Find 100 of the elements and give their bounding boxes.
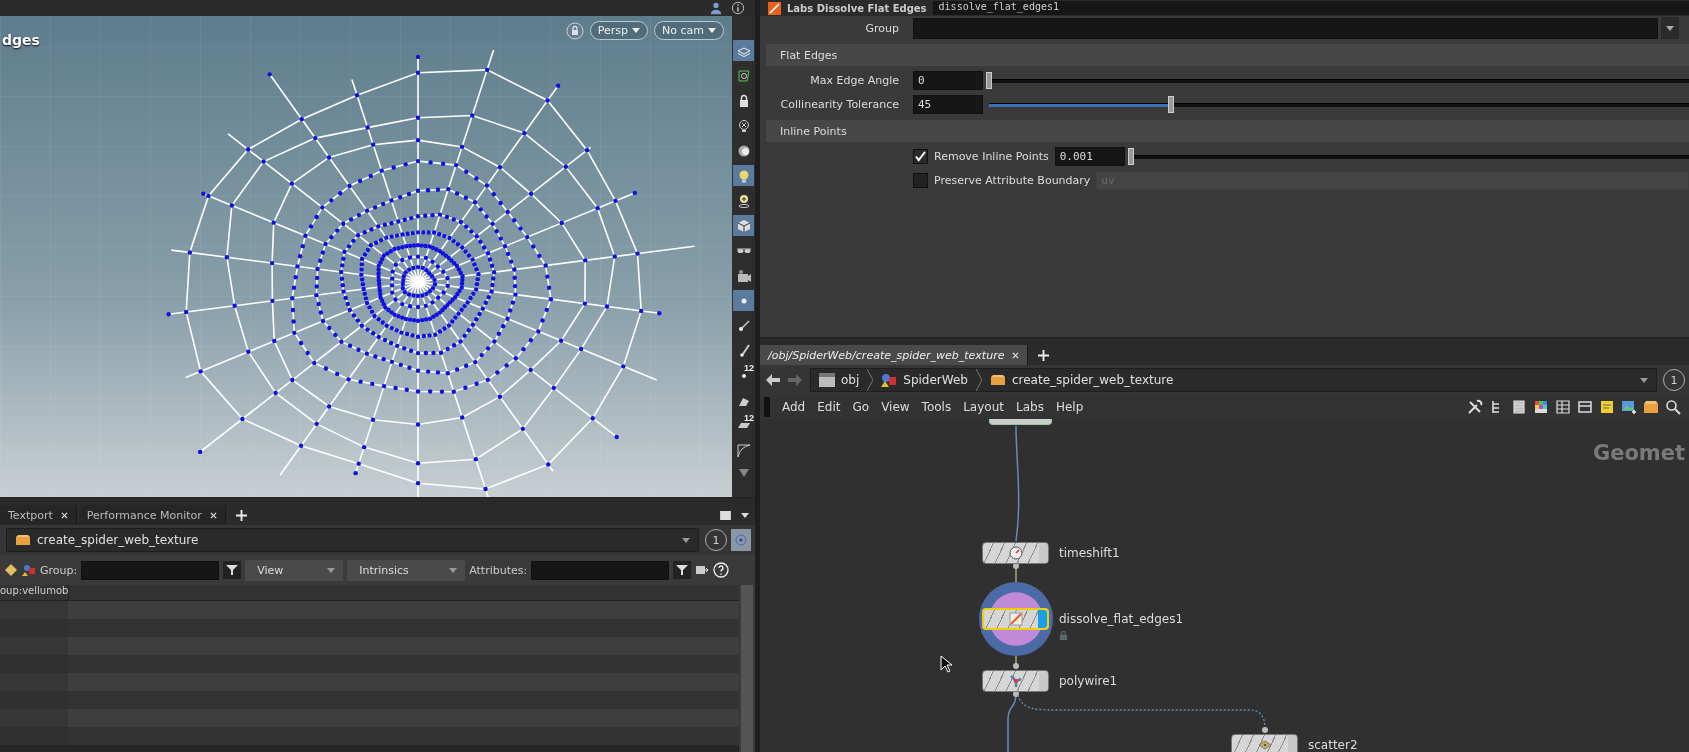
polygon-numbers-icon <box>737 423 750 428</box>
node-label: timeshift1 <box>1059 545 1120 562</box>
network-node[interactable] <box>982 670 1049 692</box>
dissolve-node-icon <box>1007 611 1024 627</box>
view-dropdown[interactable]: View <box>245 559 344 581</box>
attributes-label: Attributes: <box>469 563 528 577</box>
network-canvas[interactable]: Geomet timeshift1 dissolve_flat_edges1 polywire1 scatter2 <box>760 419 1689 752</box>
menu-item[interactable]: Tools <box>915 400 958 414</box>
list-icon[interactable] <box>1511 399 1527 415</box>
export-icon[interactable] <box>695 563 710 577</box>
wrench-icon[interactable] <box>1467 399 1483 415</box>
section-header[interactable]: Inline Points <box>766 120 1689 142</box>
box-icon <box>989 374 1006 386</box>
caret-icon[interactable] <box>741 512 749 518</box>
menu-item[interactable]: Edit <box>811 400 847 414</box>
intrinsics-dropdown[interactable]: Intrinsics <box>347 559 466 581</box>
menu-item[interactable]: Go <box>846 400 876 414</box>
pane-tab[interactable]: Textport <box>0 505 77 525</box>
scroll-down-icon[interactable] <box>738 469 749 477</box>
box-icon[interactable] <box>1643 399 1659 415</box>
box-icon <box>15 534 31 546</box>
dropdown-icon[interactable] <box>682 537 690 543</box>
toggle-label: Preserve Attribute Boundary <box>934 173 1091 187</box>
scroll-bar[interactable] <box>741 585 753 752</box>
network-node[interactable] <box>1231 734 1298 752</box>
menu-item[interactable]: Labs <box>1009 400 1050 414</box>
menu-item[interactable]: Help <box>1049 400 1090 414</box>
checkbox[interactable] <box>913 148 928 164</box>
attributes-field[interactable] <box>531 560 670 580</box>
add-tab-icon[interactable] <box>235 509 247 521</box>
toolbar-grip[interactable] <box>764 397 770 417</box>
add-tab-icon[interactable] <box>1038 349 1050 361</box>
cube-button[interactable] <box>733 215 754 236</box>
pane-layout-icon[interactable] <box>720 510 731 520</box>
pane-tab[interactable]: Performance Monitor <box>78 505 226 525</box>
caret-icon <box>632 28 641 33</box>
section-header[interactable]: Flat Edges <box>766 44 1689 66</box>
menu-item[interactable]: Add <box>776 400 812 414</box>
caret-icon <box>327 567 336 573</box>
dropdown-icon[interactable] <box>1661 17 1679 39</box>
viewport-canvas[interactable]: dges Persp No cam <box>0 16 732 497</box>
path-bar[interactable]: obj SpiderWeb create_spider_web_texture <box>810 368 1657 392</box>
snap-icon <box>735 67 752 84</box>
slider-handle[interactable] <box>1168 95 1174 113</box>
layers-button[interactable] <box>733 40 754 61</box>
caret-icon <box>449 567 458 573</box>
menu-item[interactable]: View <box>875 400 916 414</box>
path-bar[interactable]: create_spider_web_texture <box>6 528 699 552</box>
view-menu-button[interactable]: Persp <box>589 21 649 40</box>
viewport-title: dges <box>2 32 40 48</box>
value-field[interactable]: 45 <box>913 94 983 114</box>
caret-icon <box>708 28 716 33</box>
clapper-icon <box>819 373 835 387</box>
value-field[interactable]: 0.001 <box>1054 146 1125 166</box>
grid-icon[interactable] <box>1555 399 1571 415</box>
objects-icon[interactable] <box>22 563 36 577</box>
pane-tab[interactable]: /obj/SpiderWeb/create_spider_web_texture <box>760 345 1029 365</box>
chevron-icon <box>975 369 982 391</box>
menu-item[interactable]: Layout <box>957 400 1010 414</box>
group-field[interactable] <box>913 17 1658 39</box>
point-button[interactable] <box>733 290 754 311</box>
close-icon[interactable] <box>60 511 68 519</box>
color-grid-icon[interactable] <box>1533 399 1549 415</box>
context-label: Geomet <box>1592 441 1685 465</box>
checkbox[interactable] <box>913 172 928 188</box>
note-icon[interactable] <box>1599 399 1615 415</box>
image-icon[interactable] <box>1621 399 1637 415</box>
group-field[interactable] <box>81 560 220 580</box>
filter-icon[interactable] <box>223 561 242 579</box>
node-name-field[interactable]: dissolve_flat_edges1 <box>932 1 1689 15</box>
filter-icon[interactable] <box>673 561 692 579</box>
help-icon[interactable] <box>713 562 730 578</box>
slider-handle[interactable] <box>1127 147 1134 165</box>
cube-icon <box>735 217 752 234</box>
back-arrow-icon[interactable] <box>766 374 780 386</box>
column-header[interactable]: oup:vellumob <box>0 585 69 600</box>
polygon-numbers-button[interactable]: 12 <box>733 415 754 436</box>
network-node[interactable] <box>982 542 1049 564</box>
chevron-icon <box>867 369 874 391</box>
slider-handle[interactable] <box>986 71 992 89</box>
view-menu-button[interactable]: No cam <box>654 21 724 40</box>
close-icon[interactable] <box>209 511 217 519</box>
search-icon[interactable] <box>1665 399 1681 415</box>
param-label: Max Edge Angle <box>809 73 899 87</box>
points-icon[interactable] <box>4 563 18 577</box>
path-crumb[interactable]: SpiderWeb <box>903 373 968 387</box>
network-node[interactable] <box>989 419 1052 425</box>
path-crumb[interactable]: obj <box>841 373 860 387</box>
dropdown-icon[interactable] <box>1640 377 1648 383</box>
close-icon[interactable] <box>1012 351 1020 359</box>
node-label: scatter2 <box>1308 737 1358 752</box>
panel-icon[interactable] <box>1577 399 1593 415</box>
lock-icon[interactable] <box>565 21 584 40</box>
node-label: dissolve_flat_edges1 <box>1059 611 1184 628</box>
info-icon[interactable] <box>731 1 745 15</box>
value-field[interactable]: 0 <box>913 70 983 90</box>
user-icon[interactable] <box>709 1 723 15</box>
path-crumb[interactable]: create_spider_web_texture <box>1011 373 1174 387</box>
path-crumb[interactable]: create_spider_web_texture <box>37 533 199 547</box>
point-numbers-button[interactable]: 12 <box>733 365 754 386</box>
